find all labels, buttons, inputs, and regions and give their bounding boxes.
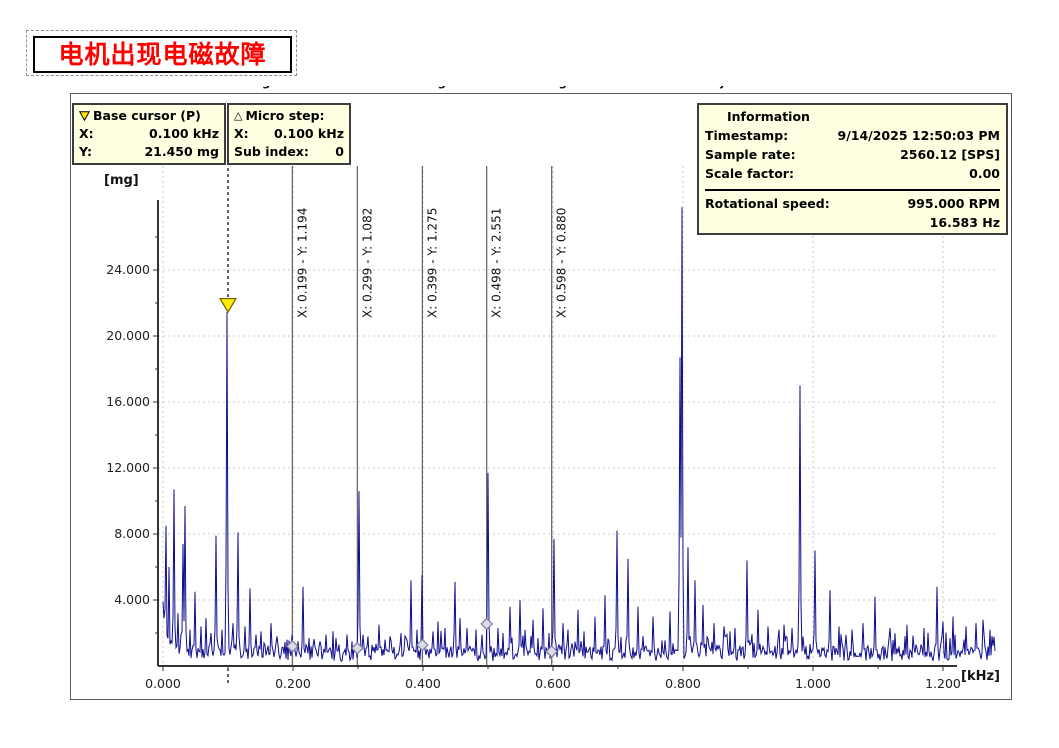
y-tick-label: 20.000 xyxy=(106,328,150,343)
fault-annotation-box[interactable]: 电机出现电磁故障 xyxy=(33,36,292,73)
information-title: Information xyxy=(705,107,1000,126)
base-cursor-box: Base cursor (P) X: 0.100 kHz Y: 21.450 m… xyxy=(72,103,226,165)
y-tick-label: 16.000 xyxy=(106,394,150,409)
micro-step-triangle-icon: △ xyxy=(234,107,242,125)
harmonic-label: X: 0.399 - Y: 1.275 xyxy=(425,208,439,318)
harmonic-diamond-marker[interactable] xyxy=(481,618,492,629)
y-tick-label: 12.000 xyxy=(106,460,150,475)
info-separator xyxy=(705,189,1000,191)
y-axis-unit-label: [mg] xyxy=(104,173,139,188)
harmonic-label: X: 0.498 - Y: 2.551 xyxy=(490,208,504,318)
x-tick-label: 1.000 xyxy=(795,676,831,691)
micro-step-box: △ Micro step: X: 0.100 kHz Sub index: 0 xyxy=(227,103,351,165)
x-tick-label: 0.000 xyxy=(145,676,181,691)
x-tick-label: 0.200 xyxy=(275,676,311,691)
x-tick-label: 0.600 xyxy=(535,676,571,691)
x-tick-label: 0.800 xyxy=(665,676,701,691)
info-rotational-speed-row: Rotational speed: 995.000 RPM xyxy=(705,194,1000,213)
base-cursor-marker[interactable] xyxy=(220,299,236,313)
harmonic-label: X: 0.199 - Y: 1.194 xyxy=(295,208,309,318)
x-axis-unit-label: [kHz] xyxy=(961,669,1000,684)
micro-step-subindex-row: Sub index: 0 xyxy=(234,143,344,161)
harmonic-label: X: 0.299 - Y: 1.082 xyxy=(360,208,374,318)
spectrum-trace xyxy=(163,207,995,661)
y-tick-label: 4.000 xyxy=(114,592,150,607)
micro-step-x-row: X: 0.100 kHz xyxy=(234,125,344,143)
y-tick-label: 8.000 xyxy=(114,526,150,541)
info-scale-factor-row: Scale factor: 0.00 xyxy=(705,164,1000,183)
info-timestamp-row: Timestamp: 9/14/2025 12:50:03 PM xyxy=(705,126,1000,145)
base-cursor-x-row: X: 0.100 kHz xyxy=(79,125,219,143)
harmonic-diamond-marker[interactable] xyxy=(417,639,428,650)
y-tick-label: 24.000 xyxy=(106,262,150,277)
x-tick-label: 0.400 xyxy=(405,676,441,691)
base-cursor-y-row: Y: 21.450 mg xyxy=(79,143,219,161)
info-rotational-hz-row: 16.583 Hz xyxy=(705,213,1000,232)
x-tick-label: 1.200 xyxy=(925,676,961,691)
micro-step-title: Micro step: xyxy=(245,107,324,125)
base-cursor-triangle-icon xyxy=(79,111,90,121)
harmonic-label: X: 0.598 - Y: 0.880 xyxy=(555,208,569,318)
info-sample-rate-row: Sample rate: 2560.12 [SPS] xyxy=(705,145,1000,164)
base-cursor-title: Base cursor (P) xyxy=(93,107,201,125)
fault-annotation-text: 电机出现电磁故障 xyxy=(58,42,266,67)
information-box: Information Timestamp: 9/14/2025 12:50:0… xyxy=(697,103,1008,235)
